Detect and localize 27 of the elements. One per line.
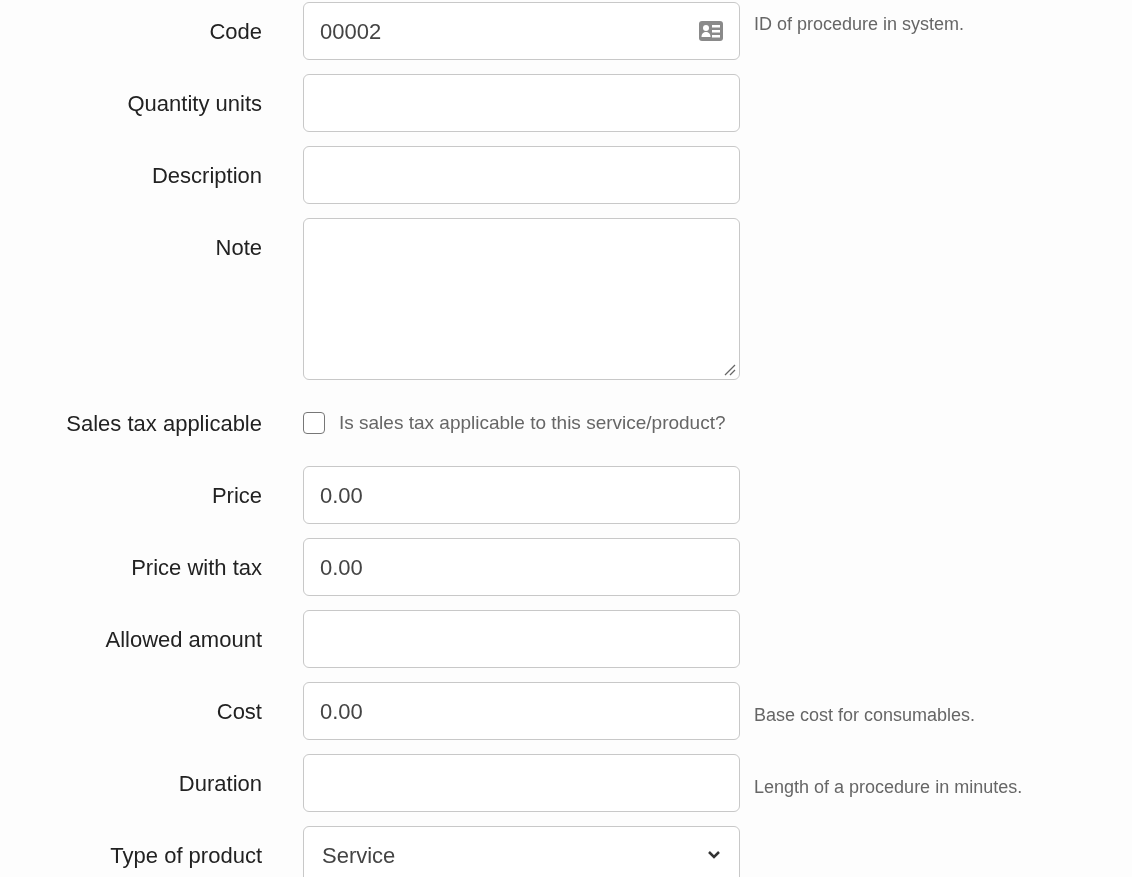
- field-label: Duration: [177, 769, 262, 798]
- checkbox[interactable]: [303, 412, 325, 434]
- field-label: Cost: [215, 697, 262, 726]
- text-field[interactable]: 0.00: [303, 466, 740, 524]
- field-label: Sales tax applicable: [65, 409, 262, 438]
- help-text: Length of a procedure in minutes.: [754, 776, 1023, 799]
- field-label: Type of product: [109, 841, 262, 870]
- chevron-down-icon: [707, 850, 721, 860]
- text-field[interactable]: [303, 146, 740, 204]
- help-text: Base cost for consumables.: [754, 704, 976, 727]
- field-label: Price: [210, 481, 262, 510]
- checkbox-label: Is sales tax applicable to this service/product?: [339, 410, 726, 435]
- help-text: ID of procedure in system.: [754, 13, 965, 36]
- field-label: Quantity units: [126, 89, 262, 118]
- text-field[interactable]: 00002: [303, 2, 740, 60]
- field-label: Code: [208, 17, 262, 46]
- field-label: Note: [214, 233, 262, 262]
- text-field[interactable]: [303, 754, 740, 812]
- text-field[interactable]: 0.00: [303, 538, 740, 596]
- text-field[interactable]: [303, 610, 740, 668]
- resize-grip-icon[interactable]: [724, 364, 736, 376]
- text-field[interactable]: [303, 74, 740, 132]
- product-type-select[interactable]: Service: [303, 826, 740, 877]
- field-label: Description: [150, 161, 262, 190]
- field-label: Price with tax: [130, 553, 262, 582]
- field-label: Allowed amount: [104, 625, 262, 654]
- text-field[interactable]: 0.00: [303, 682, 740, 740]
